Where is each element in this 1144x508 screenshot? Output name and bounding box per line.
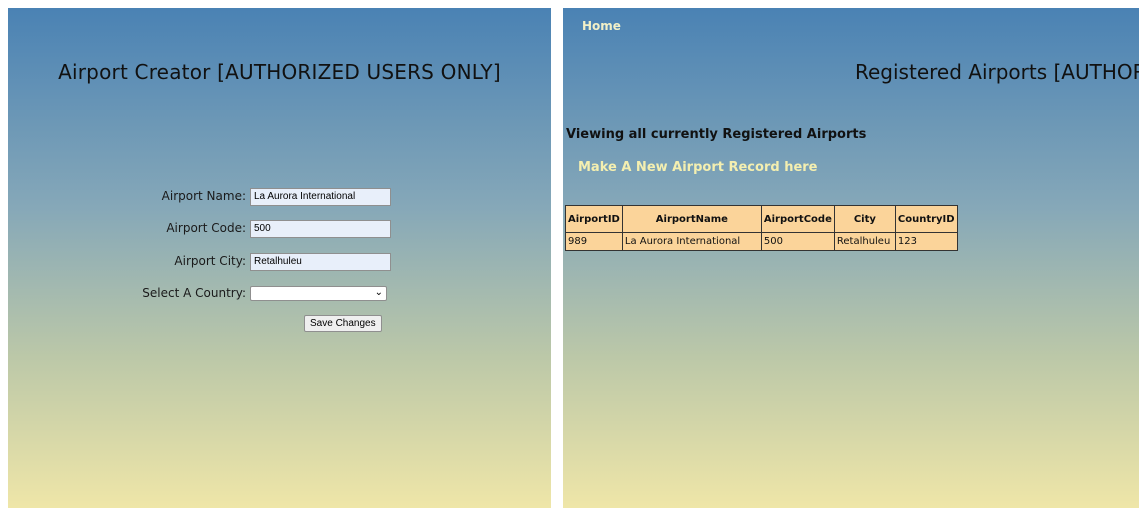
airport-name-row: Airport Name: La Aurora International: [8, 188, 551, 208]
airport-name-input[interactable]: La Aurora International: [250, 188, 391, 206]
screenshot-root: Airport Creator [AUTHORIZED USERS ONLY] …: [0, 0, 1144, 508]
column-header-airportid: AirportID: [565, 205, 623, 233]
page-title: Registered Airports [AUTHORI: [855, 60, 1139, 84]
table-header-row: AirportID AirportName AirportCode City C…: [565, 205, 958, 233]
column-header-city: City: [833, 205, 896, 233]
column-header-countryid: CountryID: [894, 205, 958, 233]
country-select-label: Select A Country:: [142, 286, 246, 300]
airport-code-input[interactable]: 500: [250, 220, 391, 238]
cell-airportcode: 500: [760, 232, 835, 251]
viewing-heading: Viewing all currently Registered Airport…: [566, 127, 867, 142]
column-header-airportname: AirportName: [621, 205, 762, 233]
airport-name-label: Airport Name:: [161, 189, 246, 203]
cell-city: Retalhuleu: [833, 232, 896, 251]
airport-city-row: Airport City: Retalhuleu: [8, 253, 551, 273]
save-changes-button[interactable]: Save Changes: [304, 315, 382, 332]
home-link[interactable]: Home: [582, 19, 621, 33]
airports-table: AirportID AirportName AirportCode City C…: [565, 205, 958, 251]
cell-airportid: 989: [565, 232, 623, 251]
country-select-row: Select A Country: ⌄: [8, 285, 551, 305]
airport-creator-panel: Airport Creator [AUTHORIZED USERS ONLY] …: [8, 8, 551, 508]
airport-city-label: Airport City:: [174, 254, 246, 268]
country-select[interactable]: ⌄: [250, 286, 387, 301]
airport-code-label: Airport Code:: [166, 221, 246, 235]
new-airport-record-link[interactable]: Make A New Airport Record here: [578, 160, 818, 175]
registered-airports-panel: Home Registered Airports [AUTHORI Viewin…: [563, 8, 1139, 508]
column-header-airportcode: AirportCode: [760, 205, 835, 233]
chevron-down-icon: ⌄: [374, 287, 383, 298]
cell-countryid: 123: [894, 232, 958, 251]
airport-code-row: Airport Code: 500: [8, 220, 551, 240]
airport-city-input[interactable]: Retalhuleu: [250, 253, 391, 271]
page-title: Airport Creator [AUTHORIZED USERS ONLY]: [58, 60, 501, 84]
cell-airportname: La Aurora International: [621, 232, 762, 251]
table-row: 989 La Aurora International 500 Retalhul…: [565, 232, 958, 251]
